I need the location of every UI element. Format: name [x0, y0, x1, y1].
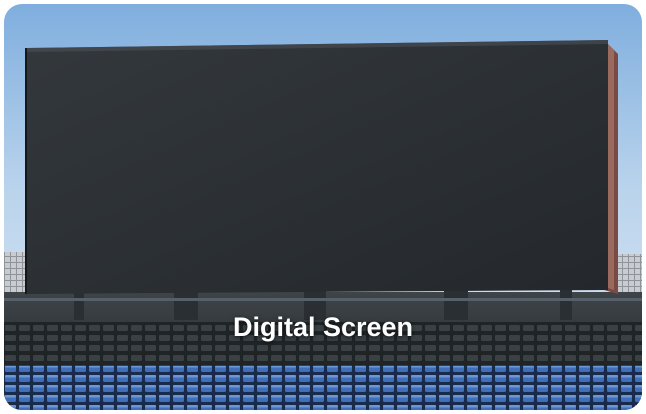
stadium-screen-photo: [4, 4, 642, 410]
product-card[interactable]: Digital Screen: [4, 4, 642, 410]
card-title: Digital Screen: [232, 312, 414, 342]
